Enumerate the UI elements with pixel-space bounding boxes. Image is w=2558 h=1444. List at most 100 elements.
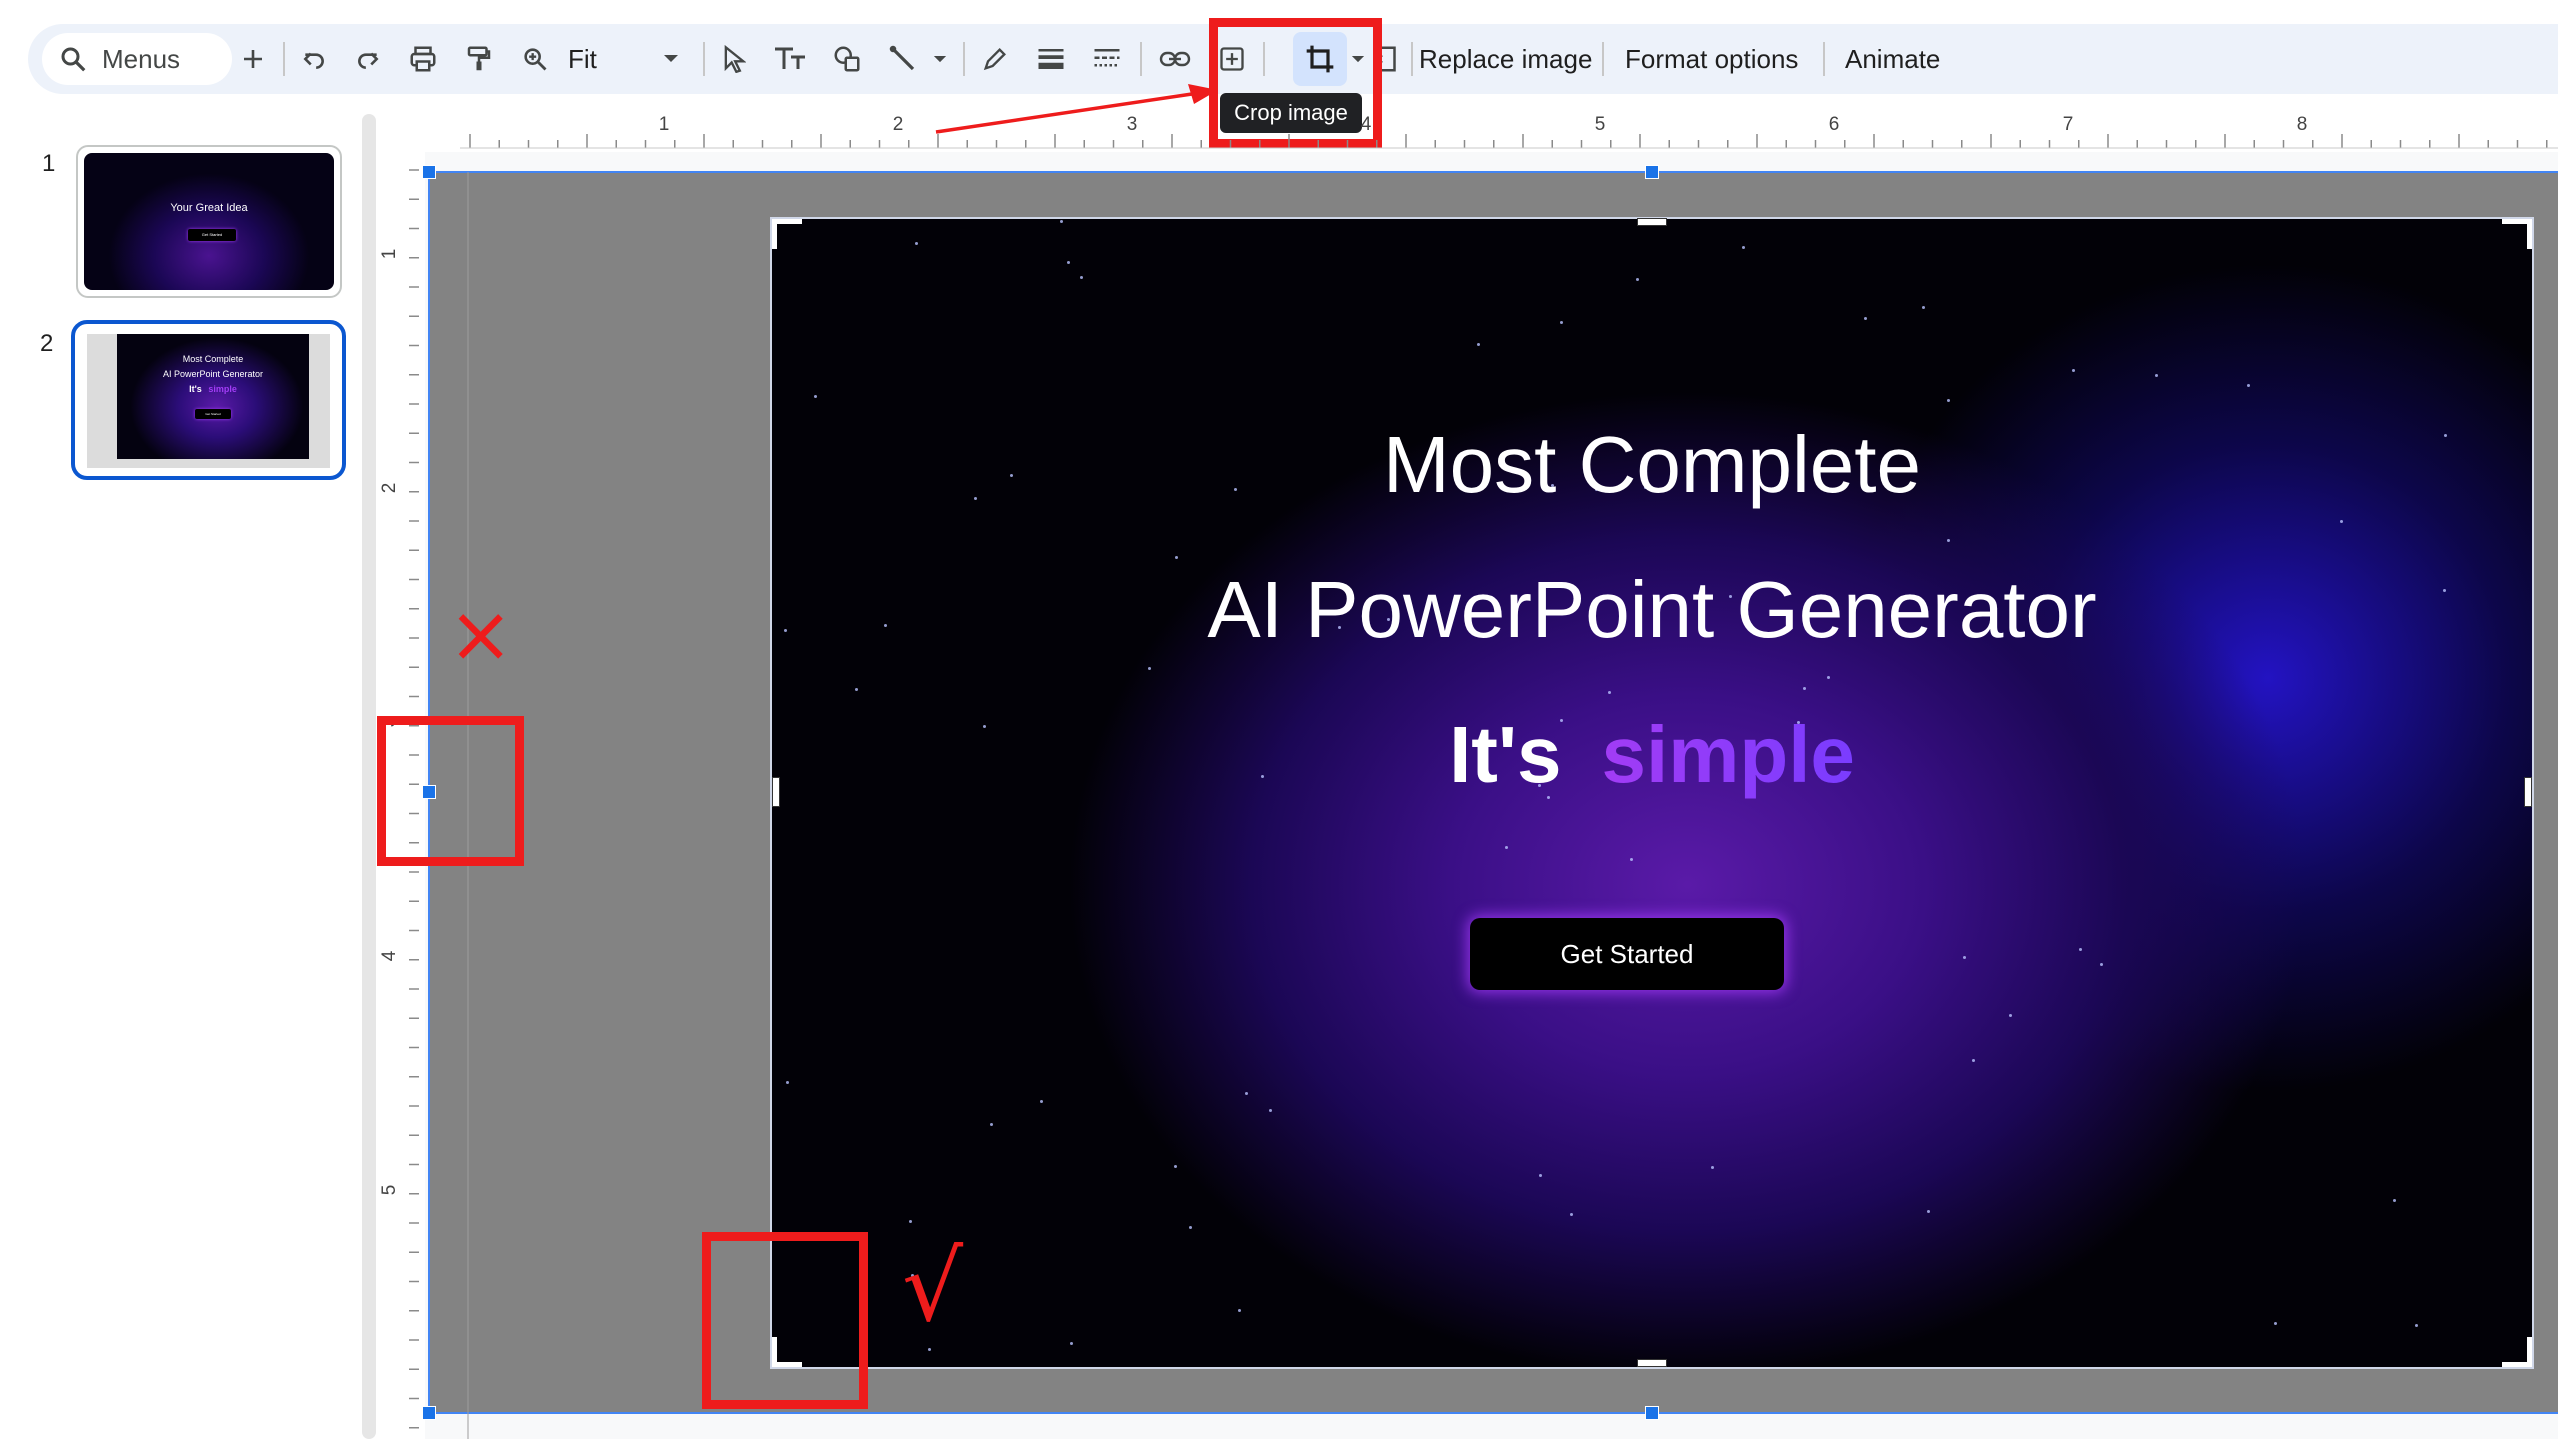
dropdown-arrow-icon xyxy=(933,55,947,62)
star-dot xyxy=(786,1081,789,1084)
slide-title-line-2: AI PowerPoint Generator xyxy=(1207,565,2097,654)
print-icon xyxy=(410,46,436,72)
crop-handle-top-left[interactable] xyxy=(772,219,802,249)
star-dot xyxy=(2247,384,2250,387)
undo-button[interactable] xyxy=(292,24,336,94)
star-dot xyxy=(1608,691,1611,694)
selection-border-bottom xyxy=(429,1412,2558,1414)
paint-roller-icon xyxy=(467,46,491,71)
slide-thumbnail-1-image: Your Great Idea Get Started xyxy=(84,153,334,290)
resize-handle-bottom-left[interactable] xyxy=(422,1406,436,1420)
star-dot xyxy=(814,395,817,398)
zoom-button[interactable] xyxy=(512,24,558,94)
horizontal-ruler: 1 2 3 4 5 6 7 8 xyxy=(430,104,2558,152)
line-button[interactable] xyxy=(880,24,926,94)
search-menus-label: Menus xyxy=(102,43,181,74)
star-dot xyxy=(2393,1199,2396,1202)
star-dot xyxy=(990,1123,993,1126)
star-dot xyxy=(1245,1092,1248,1095)
star-dot xyxy=(1148,667,1151,670)
star-dot xyxy=(1560,321,1563,324)
thumb2-line2: AI PowerPoint Generator xyxy=(162,369,264,379)
star-dot xyxy=(2009,1014,2012,1017)
slide-its-text: It's xyxy=(1449,710,1562,799)
resize-handle-top-left[interactable] xyxy=(422,165,436,179)
search-menus-box[interactable]: Menus xyxy=(42,33,232,85)
animate-button[interactable]: Animate xyxy=(1845,24,1940,94)
border-weight-icon xyxy=(1038,49,1064,69)
star-dot xyxy=(1963,956,1966,959)
star-dot xyxy=(1972,1059,1975,1062)
star-dot xyxy=(855,688,858,691)
shape-button[interactable] xyxy=(824,24,870,94)
crop-handle-top[interactable] xyxy=(1637,218,1667,226)
star-dot xyxy=(1711,1166,1714,1169)
resize-handle-bottom-center[interactable] xyxy=(1645,1406,1659,1420)
crop-handle-bottom[interactable] xyxy=(1637,1359,1667,1367)
zoom-select-value[interactable]: Fit xyxy=(568,24,597,94)
star-dot xyxy=(1636,278,1639,281)
star-dot xyxy=(2415,1324,2418,1327)
star-dot xyxy=(1080,276,1083,279)
slide-title-line-3: It's simple xyxy=(772,709,2532,801)
star-dot xyxy=(915,242,918,245)
resize-handle-top-center[interactable] xyxy=(1645,165,1659,179)
star-dot xyxy=(1630,858,1633,861)
thumb2-line3a: It's xyxy=(189,384,202,394)
redo-button[interactable] xyxy=(346,24,390,94)
wrong-handle-highlight xyxy=(377,716,524,866)
text-box-button[interactable] xyxy=(766,24,814,94)
star-dot xyxy=(1570,1213,1573,1216)
undo-icon xyxy=(303,52,324,69)
star-dot xyxy=(2155,374,2158,377)
star-dot xyxy=(909,1220,912,1223)
ruler-v-label: 2 xyxy=(379,483,400,494)
text-box-icon xyxy=(775,47,805,69)
filmstrip-scrollbar[interactable] xyxy=(362,114,376,1439)
crop-handle-top-right[interactable] xyxy=(2502,219,2532,249)
check-mark: √ xyxy=(902,1231,964,1343)
new-slide-button[interactable] xyxy=(233,24,273,94)
thumb2-line3b: simple xyxy=(208,384,237,394)
ruler-v-label: 4 xyxy=(379,950,400,961)
ruler-h-label: 8 xyxy=(2297,114,2308,135)
get-started-button: Get Started xyxy=(1470,918,1784,990)
zoom-dropdown-arrow[interactable] xyxy=(656,24,686,94)
star-dot xyxy=(1060,220,1063,223)
select-tool-button[interactable] xyxy=(712,24,756,94)
ruler-h-label: 5 xyxy=(1595,114,1606,135)
line-icon xyxy=(889,45,915,71)
link-icon xyxy=(1159,51,1191,67)
print-button[interactable] xyxy=(400,24,446,94)
star-dot xyxy=(1269,1109,1272,1112)
thumb1-title: Your Great Idea xyxy=(170,202,248,214)
star-dot xyxy=(1238,1309,1241,1312)
star-dot xyxy=(1803,687,1806,690)
cursor-arrow-icon xyxy=(724,45,746,73)
correct-handle-highlight xyxy=(702,1232,868,1409)
crop-handle-bottom-right[interactable] xyxy=(2502,1337,2532,1367)
star-dot xyxy=(1827,676,1830,679)
replace-image-button[interactable]: Replace image xyxy=(1419,24,1592,94)
crop-handle-left[interactable] xyxy=(772,777,780,807)
thumb2-line3: It's simple xyxy=(117,384,309,394)
format-options-button[interactable]: Format options xyxy=(1625,24,1798,94)
ruler-h-label: 7 xyxy=(2063,114,2074,135)
crop-handle-right[interactable] xyxy=(2524,777,2532,807)
star-dot xyxy=(1742,246,1745,249)
redo-icon xyxy=(358,52,379,69)
ruler-h-label: 1 xyxy=(659,114,670,135)
star-dot xyxy=(1477,343,1480,346)
slide-image[interactable]: Most Complete AI PowerPoint Generator It… xyxy=(770,217,2534,1369)
star-dot xyxy=(1922,306,1925,309)
slide-thumbnail-2[interactable]: Most Complete AI PowerPoint Generator It… xyxy=(71,320,346,480)
ruler-h-label: 2 xyxy=(893,114,904,135)
thumb1-button: Get Started xyxy=(188,229,236,241)
shapes-icon xyxy=(834,46,860,72)
slide-number-1: 1 xyxy=(42,150,56,177)
slide-thumbnail-1[interactable]: Your Great Idea Get Started xyxy=(76,145,342,298)
paint-format-button[interactable] xyxy=(456,24,502,94)
star-dot xyxy=(1539,1174,1542,1177)
star-dot xyxy=(928,1348,931,1351)
pencil-icon xyxy=(983,48,1006,71)
